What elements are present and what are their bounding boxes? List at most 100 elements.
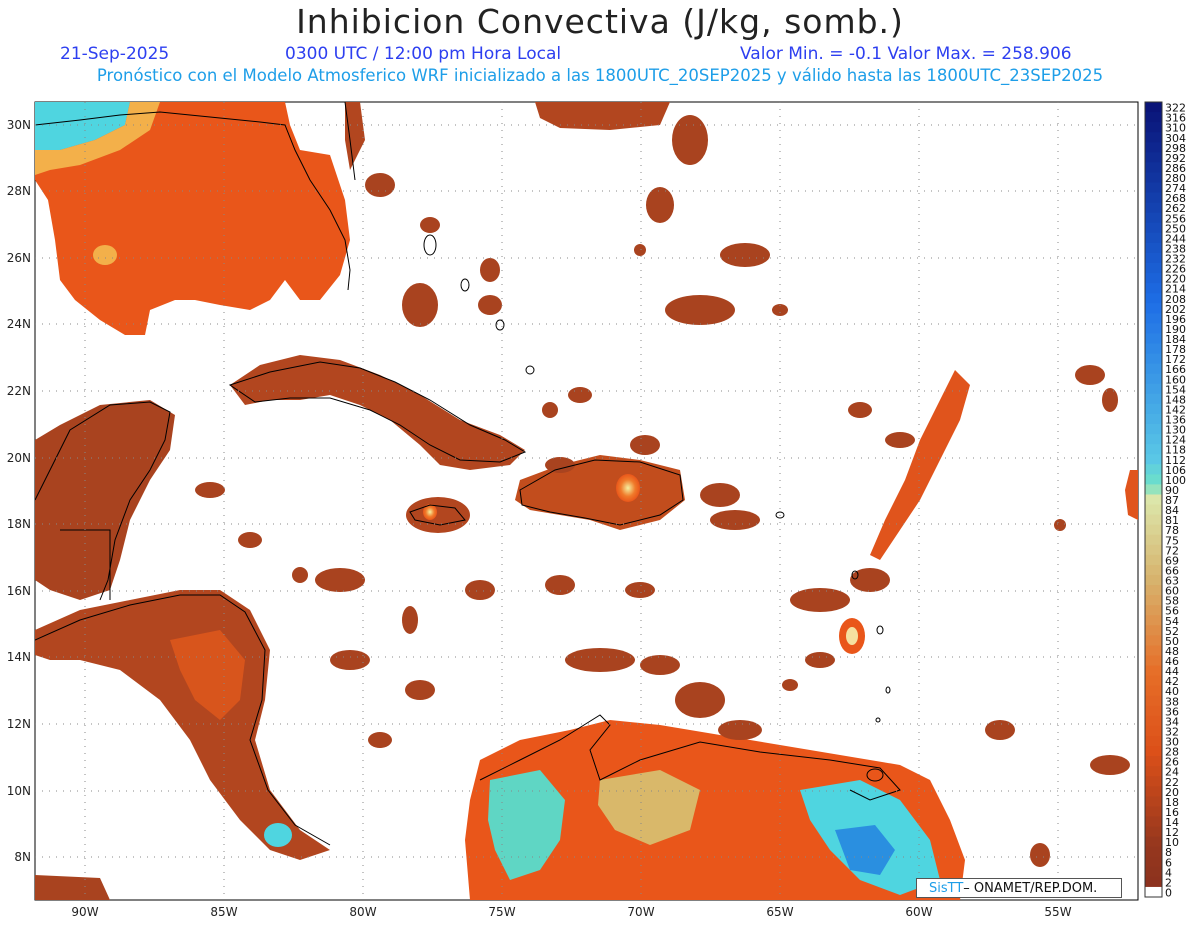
- colorbar-swatch: [1145, 323, 1162, 334]
- colorbar-swatch: [1145, 464, 1162, 475]
- credit-box: SisTT– ONAMET/REP.DOM.: [916, 878, 1122, 898]
- lon-tick: 70W: [627, 905, 654, 919]
- colorbar-swatch: [1145, 866, 1162, 878]
- colorbar-swatch: [1145, 776, 1162, 787]
- colorbar-swatch: [1145, 444, 1162, 455]
- cin-hotspot-hispaniola: [616, 474, 640, 502]
- lon-tick: 90W: [71, 905, 98, 919]
- colorbar-swatch: [1145, 403, 1162, 415]
- colorbar-swatch: [1145, 383, 1162, 395]
- colorbar-swatch: [1145, 625, 1162, 636]
- lat-tick: 20N: [7, 451, 31, 465]
- colorbar-swatch: [1145, 112, 1162, 123]
- colorbar-swatch: [1145, 876, 1162, 888]
- colorbar-swatch: [1145, 595, 1162, 606]
- colorbar-label: 0: [1165, 887, 1172, 900]
- credit-org: ONAMET/REP.DOM.: [969, 881, 1098, 896]
- lon-tick: 60W: [905, 905, 932, 919]
- colorbar-swatch: [1145, 373, 1162, 385]
- colorbar-swatch: [1145, 554, 1162, 566]
- lat-tick: 14N: [7, 650, 31, 664]
- colorbar-swatch: [1145, 273, 1162, 284]
- colorbar-swatch: [1145, 424, 1162, 435]
- colorbar-swatch: [1145, 293, 1162, 304]
- colorbar-swatch: [1145, 484, 1162, 495]
- colorbar-swatch: [1145, 182, 1162, 194]
- colorbar-swatch: [1145, 605, 1162, 616]
- colorbar-swatch: [1145, 675, 1162, 687]
- lon-tick: 85W: [210, 905, 237, 919]
- colorbar-swatch: [1145, 886, 1162, 898]
- colorbar-swatch: [1145, 313, 1162, 324]
- colorbar-swatch: [1145, 695, 1162, 707]
- colorbar-swatch: [1145, 816, 1162, 828]
- colorbar-swatch: [1145, 393, 1162, 405]
- colorbar-swatch: [1145, 132, 1162, 143]
- colorbar-swatch: [1145, 746, 1162, 757]
- colorbar-swatch: [1145, 202, 1162, 214]
- cin-hotspot-gulf: [93, 245, 117, 265]
- colorbar-swatch: [1145, 524, 1162, 536]
- colorbar-swatch: [1145, 665, 1162, 677]
- colorbar-swatch: [1145, 192, 1162, 204]
- lat-tick: 24N: [7, 317, 31, 331]
- colorbar: 3223163103042982922862802742682622562502…: [1144, 101, 1186, 900]
- colorbar-swatch: [1145, 615, 1162, 626]
- colorbar-swatch: [1145, 152, 1162, 163]
- colorbar-swatch: [1145, 474, 1162, 485]
- lon-tick: 75W: [488, 905, 515, 919]
- colorbar-swatch: [1145, 413, 1162, 425]
- colorbar-swatch: [1145, 494, 1162, 506]
- colorbar-swatch: [1145, 826, 1162, 838]
- lat-tick: 18N: [7, 517, 31, 531]
- colorbar-swatch: [1145, 715, 1162, 727]
- colorbar-swatch: [1145, 574, 1162, 586]
- brand-logo-text: SisTT: [929, 881, 964, 896]
- colorbar-swatch: [1145, 846, 1162, 858]
- lat-tick: 30N: [7, 118, 31, 132]
- colorbar-swatch: [1145, 102, 1162, 113]
- colorbar-swatch: [1145, 645, 1162, 656]
- colorbar-swatch: [1145, 434, 1162, 445]
- colorbar-swatch: [1145, 856, 1162, 868]
- colorbar-swatch: [1145, 705, 1162, 717]
- colorbar-swatch: [1145, 172, 1162, 184]
- cin-map: 90W 85W 80W 75W 70W 65W 60W 55W 30N 28N …: [7, 101, 1186, 919]
- lon-tick: 80W: [349, 905, 376, 919]
- colorbar-swatch: [1145, 122, 1162, 133]
- colorbar-swatch: [1145, 685, 1162, 697]
- colorbar-swatch: [1145, 162, 1162, 173]
- lat-tick: 12N: [7, 717, 31, 731]
- colorbar-swatch: [1145, 212, 1162, 224]
- lat-tick: 26N: [7, 251, 31, 265]
- lat-tick: 28N: [7, 184, 31, 198]
- colorbar-swatch: [1145, 343, 1162, 355]
- colorbar-swatch: [1145, 836, 1162, 848]
- lon-tick: 55W: [1044, 905, 1071, 919]
- colorbar-swatch: [1145, 534, 1162, 546]
- lat-tick: 10N: [7, 784, 31, 798]
- colorbar-swatch: [1145, 303, 1162, 314]
- lat-tick: 16N: [7, 584, 31, 598]
- colorbar-swatch: [1145, 504, 1162, 516]
- lat-tick: 8N: [14, 850, 31, 864]
- cin-region-south-edge: [35, 875, 110, 900]
- colorbar-swatch: [1145, 222, 1162, 234]
- colorbar-swatch: [1145, 363, 1162, 375]
- colorbar-swatch: [1145, 142, 1162, 153]
- colorbar-swatch: [1145, 454, 1162, 465]
- colorbar-swatch: [1145, 263, 1162, 274]
- cin-hotspot-costa-rica: [264, 823, 292, 847]
- colorbar-swatch: [1145, 806, 1162, 817]
- latitude-axis: 30N 28N 26N 24N 22N 20N 18N 16N 14N 12N …: [7, 118, 31, 864]
- colorbar-swatch: [1145, 544, 1162, 556]
- colorbar-swatch: [1145, 333, 1162, 345]
- colorbar-swatch: [1145, 242, 1162, 254]
- colorbar-swatch: [1145, 353, 1162, 365]
- colorbar-swatch: [1145, 635, 1162, 646]
- colorbar-swatch: [1145, 283, 1162, 294]
- colorbar-swatch: [1145, 766, 1162, 777]
- colorbar-swatch: [1145, 735, 1162, 747]
- colorbar-swatch: [1145, 756, 1162, 767]
- colorbar-swatch: [1145, 514, 1162, 526]
